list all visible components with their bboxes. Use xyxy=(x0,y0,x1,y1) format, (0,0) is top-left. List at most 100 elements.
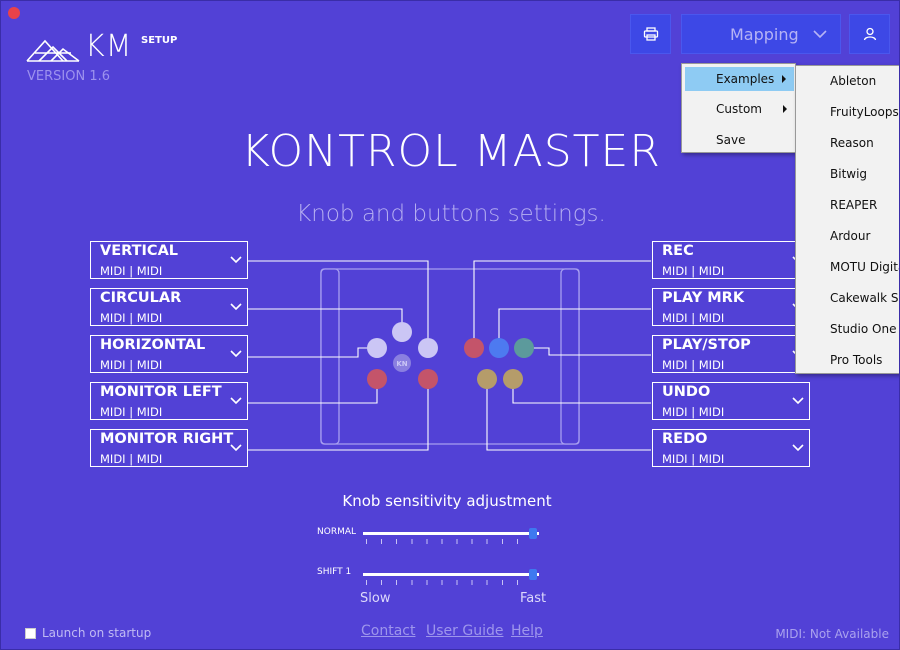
control-midi: MIDI | MIDI xyxy=(100,452,163,466)
control-rec[interactable]: REC MIDI | MIDI xyxy=(652,241,810,279)
slider-normal-track[interactable] xyxy=(363,532,539,535)
knob-left[interactable] xyxy=(367,338,387,358)
chevron-down-icon xyxy=(230,350,242,358)
slider-min-label: Slow xyxy=(360,591,391,606)
menu-item-label: Custom xyxy=(716,102,762,116)
launch-checkbox[interactable] xyxy=(25,627,36,639)
control-play-stop[interactable]: PLAY/STOP MIDI | MIDI xyxy=(652,335,810,373)
control-midi: MIDI | MIDI xyxy=(100,405,163,419)
midi-status: MIDI: Not Available xyxy=(775,627,889,641)
slider-shift-thumb[interactable] xyxy=(529,569,537,580)
user-guide-link[interactable]: User Guide xyxy=(426,623,503,639)
submenu-item-pro-tools[interactable]: Pro Tools xyxy=(796,345,899,376)
device-outline xyxy=(320,268,580,445)
knob-right[interactable] xyxy=(418,338,438,358)
chevron-down-icon xyxy=(792,397,804,405)
control-name: UNDO xyxy=(662,384,711,400)
submenu-item-label: FruityLoops xyxy=(830,105,899,119)
connector-lines xyxy=(248,260,651,451)
control-midi: MIDI | MIDI xyxy=(662,311,725,325)
menu-item-custom[interactable]: Custom xyxy=(682,97,795,121)
slider-shift-track[interactable] xyxy=(363,573,539,576)
control-midi: MIDI | MIDI xyxy=(100,264,163,278)
submenu-item-reason[interactable]: Reason xyxy=(796,128,899,159)
knobs: KN xyxy=(367,322,534,389)
control-midi: MIDI | MIDI xyxy=(662,264,725,278)
chevron-down-icon xyxy=(230,256,242,264)
submenu-item-label: REAPER xyxy=(830,198,878,212)
submenu-item-label: Ardour xyxy=(830,229,871,243)
control-midi: MIDI | MIDI xyxy=(662,452,725,466)
mapping-menu: Examples Custom Save xyxy=(681,63,796,153)
control-midi: MIDI | MIDI xyxy=(100,358,163,372)
submenu-item-studio-one[interactable]: Studio One xyxy=(796,314,899,345)
slider-normal-ticks xyxy=(366,539,532,544)
chevron-down-icon xyxy=(230,303,242,311)
triangle-right-icon xyxy=(783,105,787,113)
slider-label-normal: NORMAL xyxy=(317,527,357,537)
slider-max-label: Fast xyxy=(520,591,547,606)
menu-item-label: Save xyxy=(716,133,746,147)
button-redo[interactable] xyxy=(477,369,497,389)
chevron-down-icon xyxy=(792,444,804,452)
submenu-item-label: MOTU Digital xyxy=(830,260,899,274)
control-midi: MIDI | MIDI xyxy=(100,311,163,325)
submenu-item-label: Bitwig xyxy=(830,167,868,181)
control-name: MONITOR RIGHT xyxy=(100,431,234,447)
control-redo[interactable]: REDO MIDI | MIDI xyxy=(652,429,810,467)
knob-center-label: KN xyxy=(396,360,407,368)
button-play-mrk[interactable] xyxy=(489,338,509,358)
triangle-right-icon xyxy=(782,75,786,83)
control-name: REDO xyxy=(662,431,708,447)
chevron-down-icon xyxy=(230,444,242,452)
launch-on-startup[interactable]: Launch on startup xyxy=(25,626,151,640)
chevron-down-icon xyxy=(230,397,242,405)
submenu-item-label: Pro Tools xyxy=(830,353,883,367)
control-name: REC xyxy=(662,243,694,259)
submenu-item-label: Ableton xyxy=(830,74,877,88)
control-name: CIRCULAR xyxy=(100,290,182,306)
control-midi: MIDI | MIDI xyxy=(662,405,725,419)
control-name: MONITOR LEFT xyxy=(100,384,222,400)
submenu-item-ardour[interactable]: Ardour xyxy=(796,221,899,252)
submenu-item-label: Cakewalk Sonar xyxy=(830,291,899,305)
submenu-item-reaper[interactable]: REAPER xyxy=(796,190,899,221)
control-name: PLAY MRK xyxy=(662,290,745,306)
app-window: KM SETUP VERSION 1.6 Mapping KONTROL MAS… xyxy=(0,0,900,650)
control-monitor-left[interactable]: MONITOR LEFT MIDI | MIDI xyxy=(90,382,248,420)
button-rec[interactable] xyxy=(464,338,484,358)
launch-label: Launch on startup xyxy=(42,626,152,640)
control-horizontal[interactable]: HORIZONTAL MIDI | MIDI xyxy=(90,335,248,373)
submenu-item-ableton[interactable]: Ableton xyxy=(796,66,899,97)
help-link[interactable]: Help xyxy=(511,623,543,639)
slider-label-shift: SHIFT 1 xyxy=(317,567,352,577)
menu-item-examples[interactable]: Examples xyxy=(685,67,794,91)
submenu-item-label: Reason xyxy=(830,136,874,150)
control-midi: MIDI | MIDI xyxy=(662,358,725,372)
submenu-item-bitwig[interactable]: Bitwig xyxy=(796,159,899,190)
submenu-item-cakewalk[interactable]: Cakewalk Sonar xyxy=(796,283,899,314)
control-circular[interactable]: CIRCULAR MIDI | MIDI xyxy=(90,288,248,326)
control-vertical[interactable]: VERTICAL MIDI | MIDI xyxy=(90,241,248,279)
button-undo[interactable] xyxy=(503,369,523,389)
menu-item-save[interactable]: Save xyxy=(682,128,795,152)
control-monitor-right[interactable]: MONITOR RIGHT MIDI | MIDI xyxy=(90,429,248,467)
control-name: HORIZONTAL xyxy=(100,337,206,353)
contact-link[interactable]: Contact xyxy=(361,623,415,639)
submenu-item-motu[interactable]: MOTU Digital xyxy=(796,252,899,283)
control-undo[interactable]: UNDO MIDI | MIDI xyxy=(652,382,810,420)
slider-normal-thumb[interactable] xyxy=(529,528,537,539)
submenu-item-label: Studio One xyxy=(830,322,897,336)
button-monitor-left[interactable] xyxy=(367,369,387,389)
knob-top[interactable] xyxy=(392,322,412,342)
slider-shift-ticks xyxy=(366,580,532,585)
control-play-mrk[interactable]: PLAY MRK MIDI | MIDI xyxy=(652,288,810,326)
button-monitor-right[interactable] xyxy=(418,369,438,389)
sensitivity-title: Knob sensitivity adjustment xyxy=(342,492,552,510)
button-play-stop[interactable] xyxy=(514,338,534,358)
menu-item-label: Examples xyxy=(716,72,775,86)
submenu-item-fruityloops[interactable]: FruityLoops xyxy=(796,97,899,128)
examples-submenu: Ableton FruityLoops Reason Bitwig REAPER… xyxy=(795,65,899,376)
control-name: VERTICAL xyxy=(100,243,179,259)
control-name: PLAY/STOP xyxy=(662,337,751,353)
